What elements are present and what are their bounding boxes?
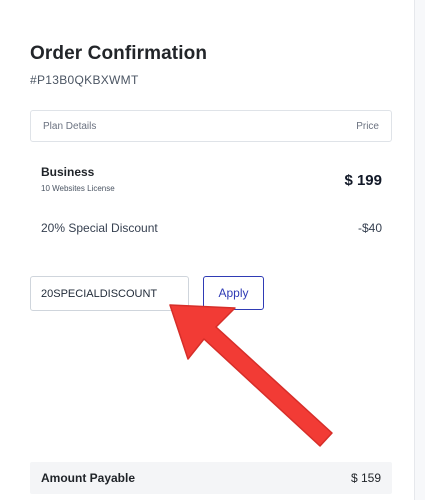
discount-label: 20% Special Discount [41,221,158,235]
amount-payable-row: Amount Payable $ 159 [30,462,392,494]
amount-payable-value: $ 159 [350,471,381,485]
right-gutter [415,0,425,500]
amount-payable-label: Amount Payable [41,471,136,485]
plan-details-column-header: Plan Details [43,121,97,132]
plan-license: 10 Websites License [41,184,115,193]
order-id: #P13B0QKBXWMT [30,73,139,87]
page-title: Order Confirmation [30,43,208,64]
red-arrow-icon [169,304,333,447]
plan-table-header: Plan Details Price [30,110,392,142]
arrow-shape [169,304,333,447]
order-confirmation-page: Order Confirmation #P13B0QKBXWMT Plan De… [0,0,425,500]
plan-name: Business [41,165,95,179]
discount-value: -$40 [357,221,382,235]
price-column-header: Price [356,121,379,132]
plan-price: $ 199 [344,172,382,189]
